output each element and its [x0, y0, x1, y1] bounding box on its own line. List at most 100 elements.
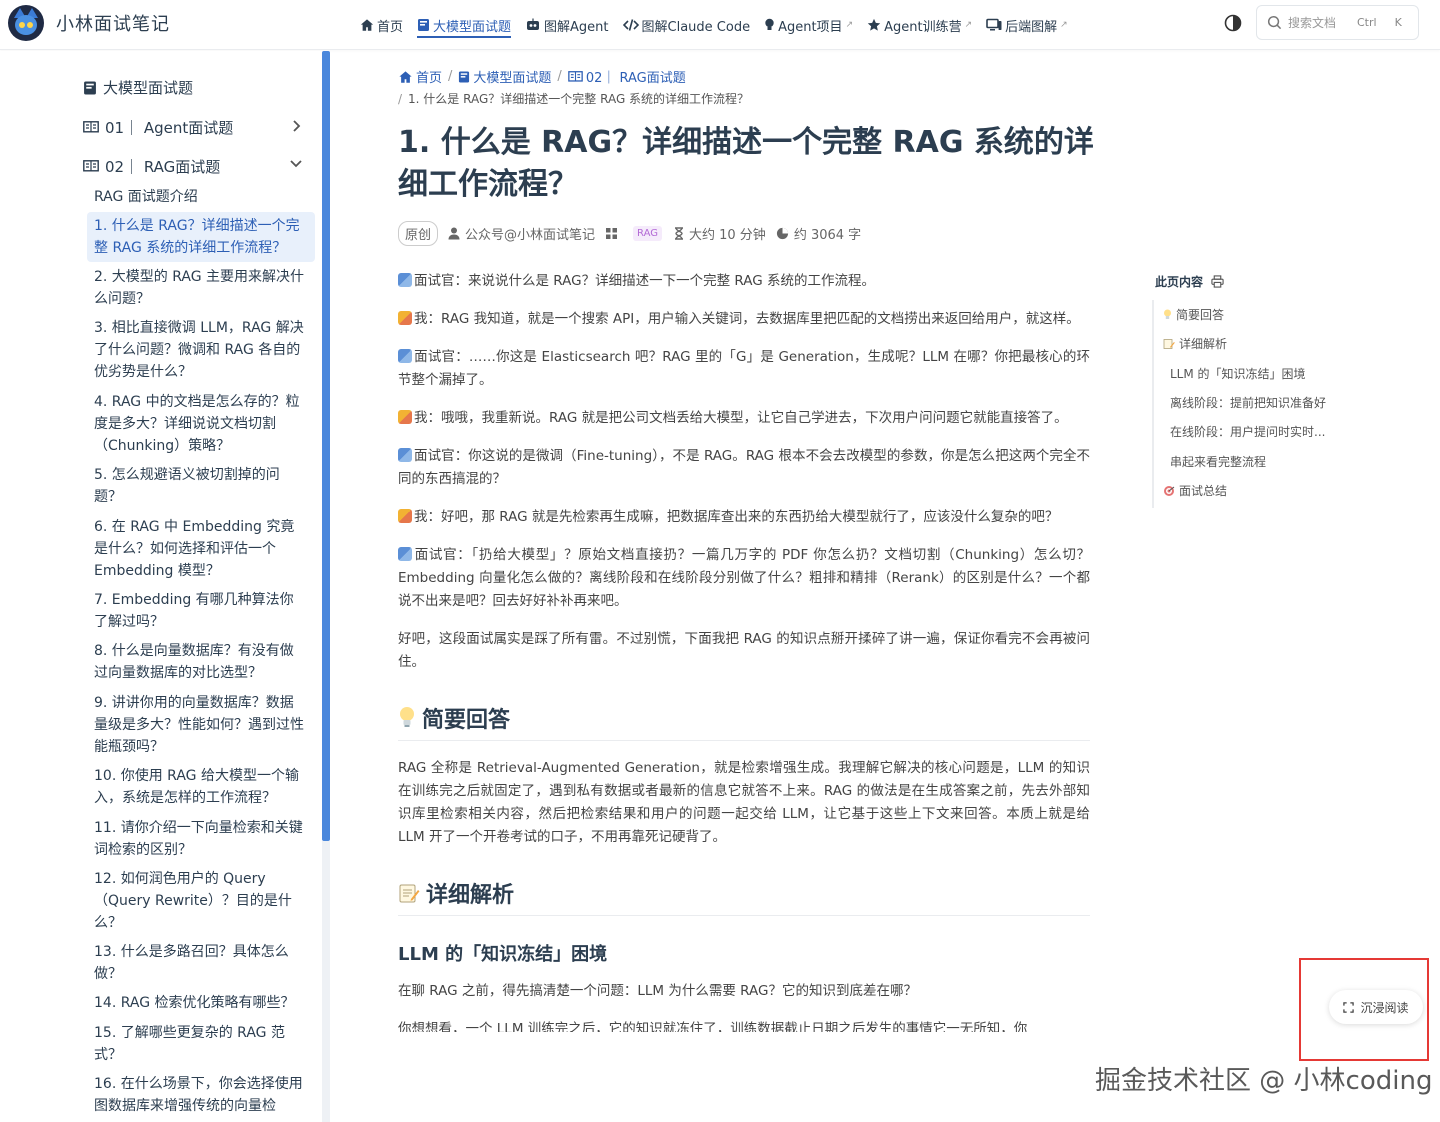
bulb-icon [1163, 309, 1172, 321]
brand-link[interactable]: 小林面试笔记 [8, 5, 170, 41]
book-open-icon [83, 121, 99, 134]
sidebar-item[interactable]: 14. RAG 检索优化策略有哪些？ [94, 992, 306, 1014]
me-emoji-icon [398, 311, 412, 325]
search-placeholder: 搜索文档 [1288, 16, 1337, 30]
bulb-icon [398, 706, 416, 730]
target-icon [1163, 485, 1175, 497]
dialogue-me: 我：好吧，那 RAG 就是先检索再生成嘛，把数据库查出来的东西扔给大模型就行了，… [398, 506, 1090, 529]
sidebar: 大模型面试题 01｜ Agent面试题 02｜ RAG面试题 RAG 面试题介绍… [0, 51, 322, 1122]
article-meta: 原创 公众号@小林面试笔记 RAG 大约 10 分钟 约 3064 字 [398, 221, 871, 246]
home-icon [398, 70, 413, 84]
breadcrumb-home[interactable]: 首页 [398, 67, 442, 86]
nav-agent-illustrated[interactable]: 图解Agent [525, 0, 609, 50]
memo-icon [398, 882, 420, 904]
nav-links: 首页 大模型面试题 图解Agent 图解Claude Code Agent项目 … [360, 0, 1082, 50]
chevron-right-icon[interactable] [291, 119, 303, 133]
site-logo-icon [8, 5, 44, 41]
hourglass-icon [674, 227, 684, 240]
search-box[interactable]: 搜索文档 Ctrl K [1256, 5, 1419, 40]
sidebar-item[interactable]: 7. Embedding 有哪几种算法你了解过吗？ [94, 589, 306, 633]
word-count: 约 3064 字 [776, 224, 861, 243]
sidebar-item-active[interactable]: 1. 什么是 RAG？详细描述一个完整 RAG 系统的详细工作流程？ [87, 212, 315, 262]
toc-item-offline[interactable]: 离线阶段：提前把知识准备好 [1170, 394, 1326, 411]
sidebar-item[interactable]: 6. 在 RAG 中 Embedding 究竟是什么？如何选择和评估一个 Emb… [94, 516, 306, 582]
book-open-icon [568, 70, 583, 83]
sidebar-title[interactable]: 大模型面试题 [83, 77, 193, 98]
dialogue-interviewer: 面试官：「扔给大模型」？原始文档直接扔？一篇几万字的 PDF 你怎么扔？文档切割… [398, 547, 1091, 609]
code-icon [622, 18, 639, 32]
nav-claude-code[interactable]: 图解Claude Code [622, 0, 750, 50]
book-icon [458, 70, 470, 84]
breadcrumb-section[interactable]: 大模型面试题 [458, 67, 551, 86]
reading-time: 大约 10 分钟 [674, 224, 766, 243]
tag-rag[interactable]: RAG [633, 226, 662, 241]
sidebar-item[interactable]: 9. 讲讲你用的向量数据库？数据量级是多大？性能如何？遇到过性能瓶颈吗？ [94, 692, 306, 758]
shortcut-ctrl: Ctrl [1357, 16, 1377, 29]
sidebar-item[interactable]: 12. 如何润色用户的 Query（Query Rewrite）？目的是什么？ [94, 868, 306, 934]
nav-agent-project[interactable]: Agent项目 ↗ [764, 0, 853, 50]
user-icon [448, 227, 460, 240]
interviewer-emoji-icon [398, 273, 412, 287]
bulb-icon [764, 18, 775, 32]
tag-group [605, 227, 623, 240]
toc-line [1152, 300, 1154, 508]
nav-agent-camp[interactable]: Agent训练营 ↗ [867, 0, 972, 50]
toc-item-online[interactable]: 在线阶段：用户提问时实时... [1170, 423, 1325, 440]
toc-item-conclusion[interactable]: 面试总结 [1163, 482, 1227, 499]
sidebar-section-rag[interactable]: 02｜ RAG面试题 [83, 156, 303, 177]
immersive-reading-button[interactable]: 沉浸阅读 [1329, 990, 1423, 1024]
nav-llm-interview[interactable]: 大模型面试题 [417, 0, 512, 50]
book-open-icon [83, 160, 99, 173]
dialogue-me: 我：RAG 我知道，就是一个搜索 API，用户输入关键词，去数据库里把匹配的文档… [398, 308, 1090, 331]
toc-item-detail[interactable]: 详细解析 [1163, 335, 1227, 352]
dialogue-interviewer: 面试官：……你这是 Elasticsearch 吧？RAG 里的「G」是 Gen… [398, 349, 1091, 388]
sidebar-item[interactable]: 2. 大模型的 RAG 主要用来解决什么问题？ [94, 266, 306, 310]
toc-item-summary[interactable]: 简要回答 [1163, 306, 1224, 323]
me-emoji-icon [398, 410, 412, 424]
sidebar-scrollbar-thumb[interactable] [322, 51, 330, 841]
theme-toggle-icon[interactable] [1224, 14, 1244, 34]
expand-icon [1343, 1001, 1355, 1013]
sidebar-item[interactable]: 5. 怎么规避语义被切割掉的问题？ [94, 464, 306, 508]
page-title: 1. 什么是 RAG？详细描述一个完整 RAG 系统的详细工作流程？ [398, 125, 1094, 202]
sidebar-item[interactable]: 16. 在什么场景下，你会选择使用图数据库来增强传统的向量检 [94, 1073, 306, 1117]
breadcrumb: 首页 / 大模型面试题 / 02｜ RAG面试题 [398, 67, 686, 86]
chevron-down-icon[interactable] [289, 158, 303, 170]
outro-paragraph: 好吧，这段面试属实是踩了所有雷。不过别慌，下面我把 RAG 的知识点掰开揉碎了讲… [398, 631, 1090, 670]
dialogue-interviewer: 面试官：来说说什么是 RAG？详细描述一下一个完整 RAG 系统的工作流程。 [398, 270, 1090, 293]
frozen-cut-paragraph: 你想想看，一个 LLM 训练完之后，它的知识就冻住了，训练数据截止日期之后发生的… [398, 1021, 1028, 1032]
external-link-icon: ↗ [845, 20, 854, 30]
breadcrumb-current: /1. 什么是 RAG？详细描述一个完整 RAG 系统的详细工作流程？ [398, 92, 750, 106]
dialogue-interviewer: 面试官：你这说的是微调（Fine-tuning），不是 RAG。RAG 根本不会… [398, 448, 1090, 487]
heading-knowledge-freeze[interactable]: LLM 的「知识冻结」困境 [398, 940, 1090, 966]
interviewer-emoji-icon [398, 349, 412, 363]
nav-home[interactable]: 首页 [360, 0, 403, 50]
print-icon[interactable] [1211, 275, 1224, 288]
sidebar-item[interactable]: 10. 你使用 RAG 给大模型一个输入，系统是怎样的工作流程？ [94, 765, 306, 809]
sidebar-item[interactable]: 4. RAG 中的文档是怎么存的？粒度是多大？详细说说文档切割（Chunking… [94, 391, 306, 457]
interviewer-emoji-icon [398, 448, 412, 462]
external-link-icon: ↗ [1060, 20, 1068, 30]
toc-item-knowledge-freeze[interactable]: LLM 的「知识冻结」困境 [1170, 365, 1306, 382]
sidebar-item[interactable]: 8. 什么是向量数据库？有没有做过向量数据库的对比选型？ [94, 640, 306, 684]
nav-backend[interactable]: 后端图解 ↗ [986, 0, 1068, 50]
dialogue-me: 我：哦哦，我重新说。RAG 就是把公司文档丢给大模型，让它自己学进去，下次用户问… [398, 407, 1090, 430]
watermark: 掘金技术社区 @ 小林coding [1095, 1066, 1433, 1096]
sidebar-section-agent[interactable]: 01｜ Agent面试题 [83, 117, 303, 138]
author[interactable]: 公众号@小林面试笔记 [448, 224, 595, 243]
sidebar-item[interactable]: RAG 面试题介绍 [94, 186, 306, 208]
search-icon [1267, 15, 1282, 30]
sidebar-scrollbar-track[interactable] [322, 841, 330, 1122]
breadcrumb-sub[interactable]: 02｜ RAG面试题 [568, 67, 686, 86]
book-icon [417, 18, 430, 32]
heading-detail[interactable]: 详细解析 [398, 877, 1090, 916]
external-link-icon: ↗ [964, 20, 973, 30]
sidebar-item[interactable]: 15. 了解哪些更复杂的 RAG 范式？ [94, 1022, 306, 1066]
sidebar-item[interactable]: 11. 请你介绍一下向量检索和关键词检索的区别？ [94, 817, 306, 861]
sidebar-item[interactable]: 13. 什么是多路召回？具体怎么做？ [94, 941, 306, 985]
site-title[interactable]: 小林面试笔记 [56, 10, 170, 36]
frozen-intro-paragraph: 在聊 RAG 之前，得先搞清楚一个问题：LLM 为什么需要 RAG？它的知识到底… [398, 983, 917, 999]
sidebar-item[interactable]: 3. 相比直接微调 LLM，RAG 解决了什么问题？微调和 RAG 各自的优劣势… [94, 317, 306, 383]
toc-item-flow[interactable]: 串起来看完整流程 [1170, 453, 1266, 470]
heading-summary[interactable]: 简要回答 [398, 702, 1090, 741]
